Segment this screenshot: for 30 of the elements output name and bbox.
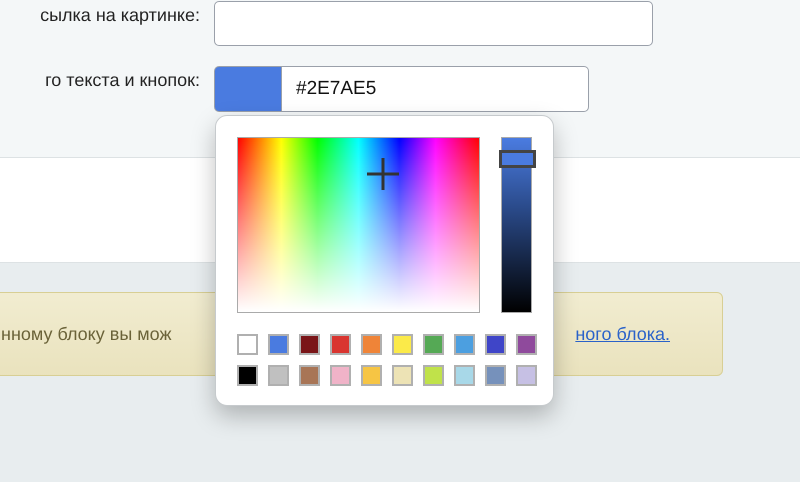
color-swatch[interactable]	[485, 365, 506, 386]
field-label: сылка на картинке:	[39, 4, 200, 26]
color-swatch[interactable]	[268, 365, 289, 386]
notice-text: нному блоку вы мож	[0, 324, 172, 344]
color-swatch[interactable]	[361, 365, 382, 386]
field-label: го текста и кнопок:	[44, 69, 200, 91]
color-swatch[interactable]	[299, 334, 320, 355]
input-field[interactable]: #2E7AE5	[282, 66, 589, 112]
color-swatch[interactable]	[516, 365, 537, 386]
color-swatch[interactable]	[392, 334, 413, 355]
color-swatch[interactable]	[423, 365, 444, 386]
color-swatch[interactable]	[423, 334, 444, 355]
color-swatch[interactable]	[330, 334, 351, 355]
color-spectrum[interactable]	[237, 137, 480, 313]
input-field[interactable]	[214, 1, 653, 46]
color-swatch[interactable]	[516, 334, 537, 355]
color-swatch[interactable]	[361, 334, 382, 355]
slider-thumb[interactable]	[499, 150, 536, 168]
color-swatch[interactable]	[214, 66, 282, 112]
notice-link[interactable]: ного блока.	[575, 324, 670, 344]
color-swatch[interactable]	[299, 365, 320, 386]
color-swatch[interactable]	[330, 365, 351, 386]
color-swatch[interactable]	[454, 334, 475, 355]
color-swatch[interactable]	[237, 334, 258, 355]
color-swatch[interactable]	[454, 365, 475, 386]
color-swatch[interactable]	[237, 365, 258, 386]
crosshair-icon	[366, 157, 400, 191]
color-swatch[interactable]	[392, 365, 413, 386]
color-swatch[interactable]	[485, 334, 506, 355]
color-swatch[interactable]	[268, 334, 289, 355]
